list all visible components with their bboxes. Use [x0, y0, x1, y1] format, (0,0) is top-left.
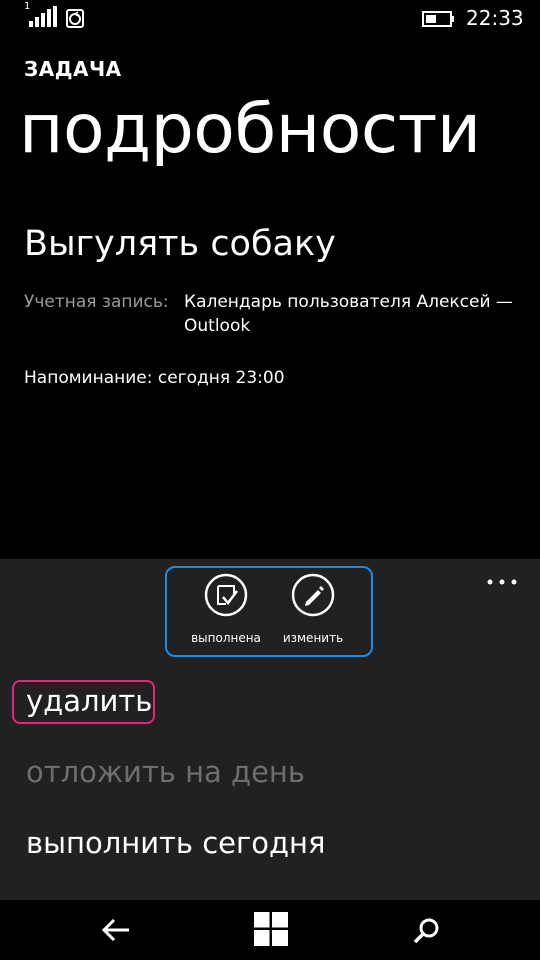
status-clock: 22:33: [466, 6, 524, 30]
complete-button[interactable]: выполнена: [181, 573, 271, 653]
menu-item-complete-today[interactable]: выполнить сегодня: [26, 823, 325, 863]
navigation-bar: [0, 900, 540, 960]
back-arrow-icon[interactable]: [101, 917, 131, 943]
task-title: Выгулять собаку: [24, 224, 336, 264]
checkmark-note-icon: [204, 573, 248, 617]
page-title: подробности: [19, 90, 481, 169]
menu-item-delete[interactable]: удалить: [26, 681, 152, 721]
pencil-icon: [291, 573, 335, 617]
menu-item-postpone[interactable]: отложить на день: [26, 752, 305, 792]
more-dots-icon[interactable]: [484, 567, 520, 587]
account-label: Учетная запись:: [24, 292, 169, 312]
edit-button-label: изменить: [282, 631, 344, 645]
complete-button-label: выполнена: [191, 631, 261, 645]
sync-icon: [66, 9, 84, 28]
account-value: Календарь пользователя Алексей — Outlook: [184, 292, 513, 336]
search-icon[interactable]: [413, 917, 441, 945]
windows-start-icon[interactable]: [254, 912, 288, 946]
reminder-text: Напоминание: сегодня 23:00: [24, 368, 285, 388]
app-title: ЗАДАЧА: [24, 57, 122, 81]
signal-icon: [29, 6, 57, 27]
status-bar: 1 22:33: [0, 0, 540, 36]
battery-icon: [422, 11, 454, 27]
edit-button[interactable]: изменить: [268, 573, 358, 653]
